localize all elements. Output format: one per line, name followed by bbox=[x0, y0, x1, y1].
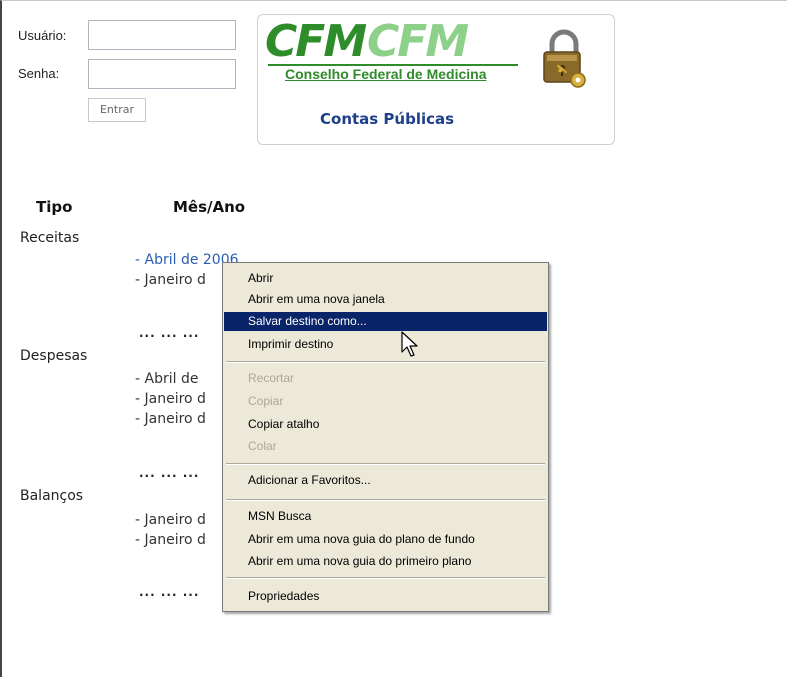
mouse-pointer-icon bbox=[401, 331, 418, 357]
more-ellipsis: ... ... ... bbox=[139, 326, 200, 340]
column-header-mes-ano: Mês/Ano bbox=[173, 198, 246, 216]
report-link[interactable]: - Abril de bbox=[135, 371, 198, 387]
menu-item-msn-busca[interactable]: MSN Busca bbox=[224, 507, 547, 526]
menu-separator bbox=[226, 577, 545, 579]
username-input[interactable] bbox=[88, 20, 236, 50]
menu-item-copiar[interactable]: Copiar bbox=[224, 392, 547, 411]
menu-separator bbox=[226, 361, 545, 363]
report-link[interactable]: - Janeiro d bbox=[135, 272, 206, 288]
menu-separator bbox=[226, 499, 545, 501]
report-link[interactable]: - Janeiro d bbox=[135, 411, 206, 427]
menu-item-adicionar-favoritos[interactable]: Adicionar a Favoritos... bbox=[224, 471, 547, 490]
menu-item-nova-guia-primeiro-plano[interactable]: Abrir em uma nova guia do primeiro plano bbox=[224, 552, 547, 571]
more-ellipsis: ... ... ... bbox=[139, 466, 200, 480]
column-header-tipo: Tipo bbox=[36, 198, 73, 216]
category-balancos: Balanços bbox=[20, 488, 84, 504]
menu-item-salvar-destino[interactable]: Salvar destino como... bbox=[224, 312, 547, 331]
menu-item-imprimir-destino[interactable]: Imprimir destino bbox=[224, 335, 547, 354]
category-despesas: Despesas bbox=[20, 348, 88, 364]
menu-item-abrir-nova-janela[interactable]: Abrir em uma nova janela bbox=[224, 290, 547, 309]
menu-item-propriedades[interactable]: Propriedades bbox=[224, 587, 547, 606]
menu-item-abrir[interactable]: Abrir bbox=[224, 269, 547, 288]
org-name: Conselho Federal de Medicina bbox=[285, 66, 487, 82]
password-label: Senha: bbox=[18, 66, 60, 81]
password-input[interactable] bbox=[88, 59, 236, 89]
menu-item-recortar[interactable]: Recortar bbox=[224, 369, 547, 388]
cfm-logo-echo: CFM bbox=[367, 16, 469, 67]
context-menu: Abrir Abrir em uma nova janela Salvar de… bbox=[222, 262, 549, 612]
login-button[interactable]: Entrar bbox=[88, 98, 146, 122]
section-title: Contas Públicas bbox=[320, 110, 455, 128]
report-link[interactable]: - Janeiro d bbox=[135, 532, 206, 548]
menu-item-copiar-atalho[interactable]: Copiar atalho bbox=[224, 415, 547, 434]
category-receitas: Receitas bbox=[20, 230, 80, 246]
menu-item-colar[interactable]: Colar bbox=[224, 437, 547, 456]
menu-separator bbox=[226, 463, 545, 465]
padlock-key-icon bbox=[543, 29, 586, 88]
report-link[interactable]: - Janeiro d bbox=[135, 391, 206, 407]
cfm-logo: CFM bbox=[265, 16, 367, 67]
menu-item-nova-guia-fundo[interactable]: Abrir em uma nova guia do plano de fundo bbox=[224, 530, 547, 549]
username-label: Usuário: bbox=[18, 28, 67, 43]
report-link[interactable]: - Janeiro d bbox=[135, 512, 206, 528]
more-ellipsis: ... ... ... bbox=[139, 585, 200, 599]
